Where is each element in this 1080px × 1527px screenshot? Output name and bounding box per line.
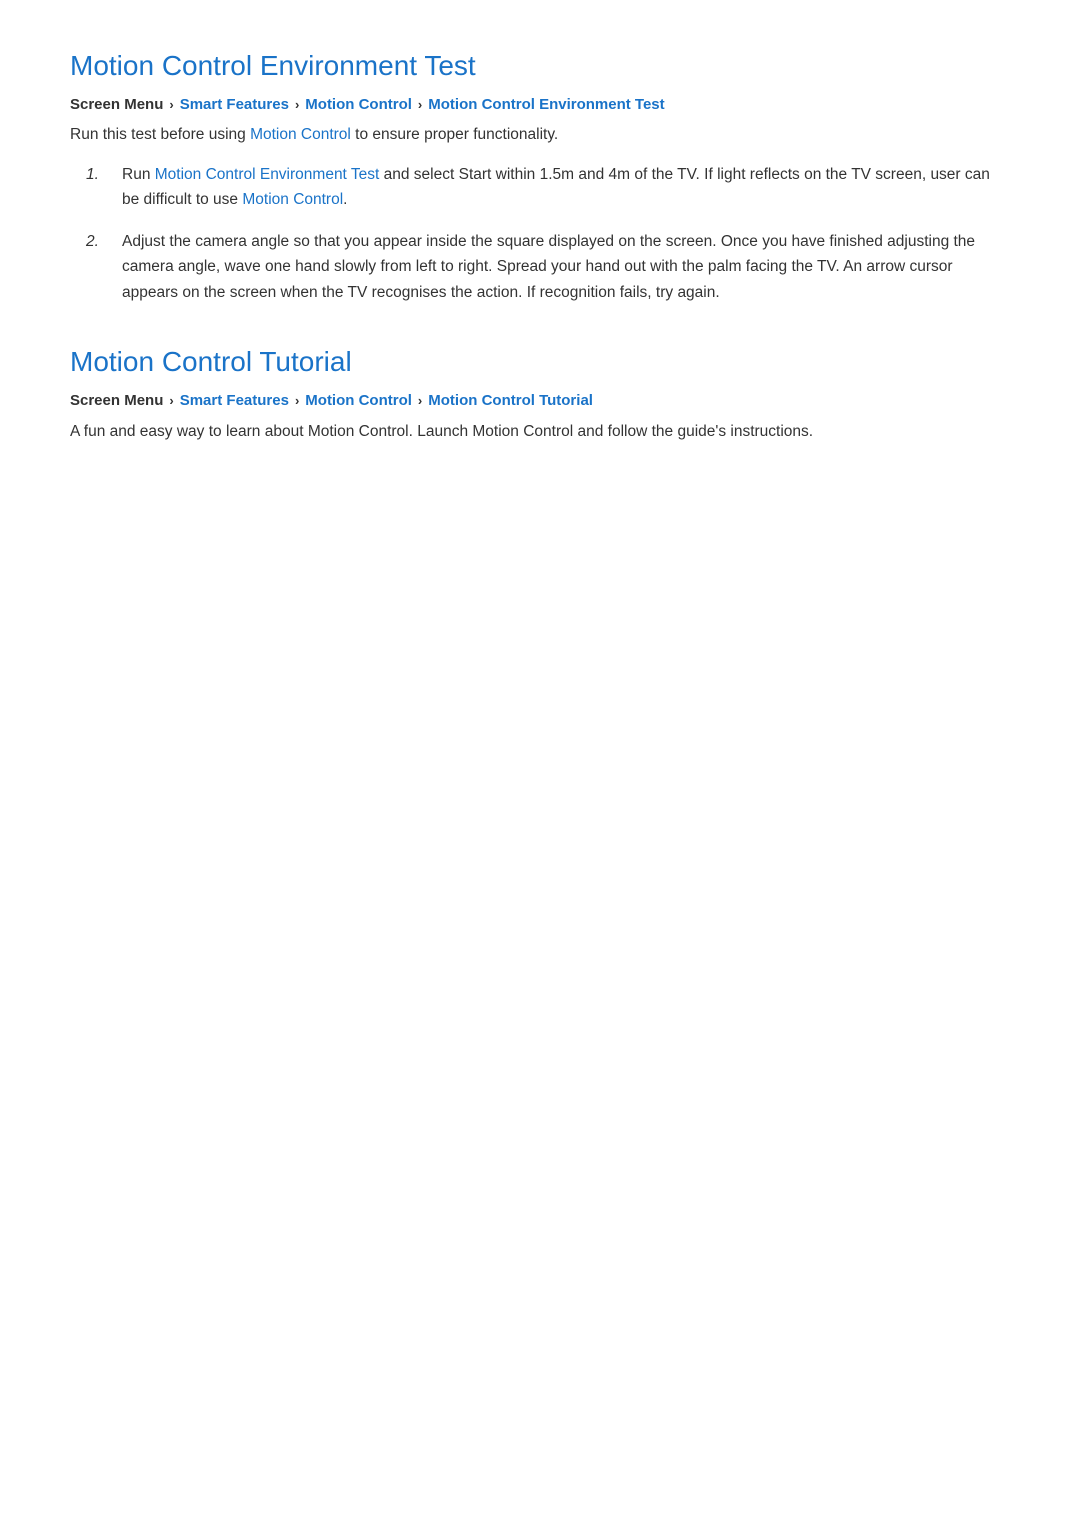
breadcrumb-smart-features[interactable]: Smart Features [180, 96, 289, 113]
tutorial-breadcrumb-smart-features[interactable]: Smart Features [180, 392, 289, 409]
tutorial-breadcrumb-sep-2: › [295, 393, 299, 408]
environment-test-breadcrumb: Screen Menu › Smart Features › Motion Co… [70, 96, 1010, 113]
list-content-2: Adjust the camera angle so that you appe… [122, 229, 1010, 306]
tutorial-intro-text: A fun and easy way to learn about Motion… [70, 419, 1010, 445]
list-item-1: 1. Run Motion Control Environment Test a… [86, 162, 1010, 213]
list-number-2: 2. [86, 229, 104, 306]
breadcrumb-sep-3: › [418, 97, 422, 112]
item1-end: . [343, 191, 347, 208]
item1-env-test-link[interactable]: Motion Control Environment Test [155, 166, 380, 183]
environment-test-list: 1. Run Motion Control Environment Test a… [86, 162, 1010, 306]
intro-motion-control-link[interactable]: Motion Control [250, 126, 351, 143]
list-item-2: 2. Adjust the camera angle so that you a… [86, 229, 1010, 306]
tutorial-breadcrumb-current[interactable]: Motion Control Tutorial [428, 392, 593, 409]
item1-motion-control-link[interactable]: Motion Control [242, 191, 343, 208]
breadcrumb-sep-2: › [295, 97, 299, 112]
breadcrumb-motion-control[interactable]: Motion Control [305, 96, 412, 113]
environment-test-intro: Run this test before using Motion Contro… [70, 123, 1010, 148]
intro-after: to ensure proper functionality. [351, 126, 558, 143]
tutorial-breadcrumb-motion-control[interactable]: Motion Control [305, 392, 412, 409]
breadcrumb-screen-menu: Screen Menu [70, 96, 163, 113]
tutorial-breadcrumb-sep-3: › [418, 393, 422, 408]
tutorial-title: Motion Control Tutorial [70, 346, 1010, 378]
breadcrumb-current-env-test[interactable]: Motion Control Environment Test [428, 96, 664, 113]
tutorial-breadcrumb-sep-1: › [169, 393, 173, 408]
item1-before: Run [122, 166, 155, 183]
environment-test-title: Motion Control Environment Test [70, 50, 1010, 82]
list-content-1: Run Motion Control Environment Test and … [122, 162, 1010, 213]
tutorial-section: Motion Control Tutorial Screen Menu › Sm… [70, 346, 1010, 445]
breadcrumb-sep-1: › [169, 97, 173, 112]
environment-test-section: Motion Control Environment Test Screen M… [70, 50, 1010, 306]
intro-before: Run this test before using [70, 126, 250, 143]
list-number-1: 1. [86, 162, 104, 213]
tutorial-breadcrumb-screen-menu: Screen Menu [70, 392, 163, 409]
tutorial-breadcrumb: Screen Menu › Smart Features › Motion Co… [70, 392, 1010, 409]
